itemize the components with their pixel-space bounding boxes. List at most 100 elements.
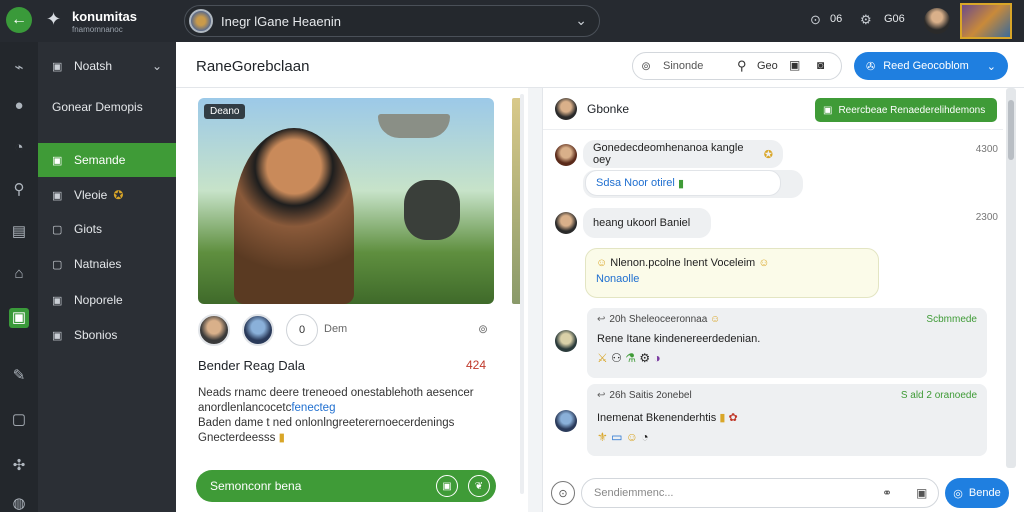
chevron-down-icon[interactable]: ⌄ [152, 59, 162, 73]
reaction-icons[interactable]: ⚔ ⚇ ⚗ ⚙ ◑ [597, 351, 977, 365]
post-title: Bender Reag Dala [198, 358, 305, 373]
leaf-icon[interactable]: ❦ [468, 475, 490, 497]
image-icon[interactable]: ▣ [436, 475, 458, 497]
chevron-down-icon[interactable]: ⌄ [575, 12, 587, 29]
search-icon: ⊚ [641, 59, 652, 73]
history-icon[interactable]: ◔ [9, 138, 29, 158]
post-body: Neads rnamc deere treneoed onestablehoth… [198, 386, 498, 446]
sidebar-item-semande[interactable]: ▣ Semande [38, 143, 176, 177]
message-avatar[interactable] [555, 144, 577, 166]
reactor-avatar[interactable] [242, 314, 274, 346]
message-input-placeholder: Sendiemmenc... [594, 487, 674, 499]
reaction-icons[interactable]: ⚜ ▭ ☺ ◔ [597, 430, 977, 444]
game-search-input[interactable]: Inegr lGane Heaenin ⌄ [184, 5, 600, 37]
sidebar-item-giots[interactable]: ▢ Giots [38, 212, 176, 246]
sidebar-item-noporele[interactable]: ▣ Noporele [38, 283, 176, 317]
post-link[interactable]: fenecteg [291, 402, 335, 414]
doc-icon[interactable]: ▤ [9, 222, 29, 242]
send-icon: ◎ [953, 487, 963, 500]
box-icon: ▣ [52, 329, 63, 342]
user-avatar[interactable] [924, 8, 950, 34]
message-text: Rene Itane kindenereerdedenian. [597, 333, 761, 345]
gamepad-icon: ✇ [866, 60, 876, 73]
time-icon: ◑ [653, 351, 661, 365]
reaction-count[interactable]: 0 [286, 314, 318, 346]
message-avatar[interactable] [555, 410, 577, 432]
sidebar: ▣ Noatsh ⌄ Gonear Demopis ▣ Semande ▣ Vl… [38, 42, 176, 512]
attach-icon[interactable]: ⊙ [551, 481, 575, 505]
folder-icon: ▣ [52, 60, 63, 73]
primary-action-button[interactable]: ✇ Reed Geocoblom ⌄ [854, 52, 1008, 80]
chat-avatar[interactable] [555, 98, 577, 120]
search-label: Geo [757, 60, 778, 72]
message-time: 4300 [975, 144, 998, 155]
pin-icon[interactable]: ● [9, 96, 29, 116]
location-icon[interactable]: ⊙ [810, 12, 821, 28]
emoji-picker-icon[interactable]: ⚭ [882, 486, 892, 500]
shop-icon[interactable]: ⌂ [9, 264, 29, 284]
page-scrollbar[interactable] [1006, 88, 1016, 468]
message-text: Gonedecdeomhenanoa kangle oey [593, 142, 744, 166]
back-button[interactable]: ← [6, 7, 32, 33]
magnifier-icon[interactable]: ⚲ [737, 58, 747, 74]
main-panel: RaneGorebclaan ⊚ Sinonde ⚲ Geo ▣ ◙ ✇ Ree… [176, 42, 1024, 512]
chat-header-button[interactable]: ▣ Reercbeae Renaederelihdemons [815, 98, 997, 122]
chat-panel: Gbonke ▣ Reercbeae Renaederelihdemons Go… [542, 88, 1024, 512]
potion-icon: ⚗ [625, 351, 636, 365]
image-upload-icon[interactable]: ▣ [916, 486, 927, 500]
post-body-text: Gnecterdeesss [198, 432, 276, 444]
box-icon: ▣ [52, 189, 63, 202]
send-button[interactable]: ◎ Bende [945, 478, 1009, 508]
emoji-icon: ✪ [763, 148, 773, 161]
sidebar-item-noatsh[interactable]: ▣ Noatsh ⌄ [38, 49, 176, 83]
active-module-icon[interactable]: ▣ [9, 308, 29, 328]
post-scrollbar[interactable] [520, 94, 524, 494]
message-text: Sdsa Noor otirel [596, 177, 675, 189]
main-header: RaneGorebclaan ⊚ Sinonde ⚲ Geo ▣ ◙ ✇ Ree… [176, 42, 1024, 88]
reactor-avatar[interactable] [198, 314, 230, 346]
wrench-icon[interactable]: ✎ [9, 366, 29, 386]
post-image[interactable]: Deano [198, 98, 494, 304]
message-meta-right: S ald 2 oranoede [900, 390, 977, 401]
save-icon[interactable]: ▣ [789, 58, 800, 72]
message-bubble: Sdsa Noor otirel ▮ [585, 170, 781, 196]
sidebar-item-natnaies[interactable]: ▢ Natnaies [38, 247, 176, 281]
sidebar-item-label: Sbonios [74, 328, 118, 342]
settings-icon[interactable]: ⚙ [860, 12, 872, 28]
emoji-icon: ☺ [710, 314, 721, 325]
search-icon[interactable]: ⚲ [9, 180, 29, 200]
post-action-label: Semonconr bena [210, 479, 302, 493]
emoji-icon: ☺ [758, 257, 770, 269]
badge-icon: ✪ [113, 188, 124, 202]
header-search-input[interactable]: ⊚ Sinonde ⚲ Geo ▣ ◙ [632, 52, 842, 80]
puzzle-icon[interactable]: ✣ [9, 456, 29, 476]
camera-icon[interactable]: ◙ [817, 58, 824, 72]
message-card: ☺ Nlenon.pcolne lnent Voceleim ☺ Nonaoll… [585, 248, 879, 298]
people-icon: ⚇ [611, 351, 622, 365]
message-avatar[interactable] [555, 330, 577, 352]
globe-icon[interactable]: ◍ [9, 494, 29, 512]
sidebar-item-vleoie[interactable]: ▣ Vleoie ✪ [38, 178, 176, 212]
message-text: Nlenon.pcolne lnent Voceleim [610, 257, 756, 269]
message-bubble: Gonedecdeomhenanoa kangle oey ✪ [583, 140, 783, 168]
stats-icon[interactable]: ⌁ [9, 58, 29, 78]
message-text: heang ukoorl Baniel [593, 217, 691, 229]
square-icon: ▢ [52, 223, 63, 236]
box-icon: ▣ [52, 294, 63, 307]
message-card: ↩ 26h Saitis 2onebel S ald 2 oranoede Inem… [587, 384, 987, 456]
logo-star-icon: ✦ [46, 9, 62, 29]
profile-card-avatar[interactable] [960, 3, 1012, 39]
options-icon[interactable]: ⊚ [478, 322, 488, 336]
message-icon[interactable]: ▢ [9, 410, 29, 430]
scrollbar-thumb[interactable] [1008, 100, 1014, 160]
image-tag: Deano [204, 104, 246, 119]
message-meta-text: 26h Saitis 2onebel [609, 390, 692, 401]
message-meta: ↩ 26h Saitis 2onebel S ald 2 oranoede [597, 390, 977, 401]
sidebar-item-gonear-demopis[interactable]: Gonear Demopis [38, 90, 176, 124]
message-input[interactable]: Sendiemmenc... ⚭ ▣ [581, 478, 939, 508]
message-avatar[interactable] [555, 212, 577, 234]
sidebar-item-sbonios[interactable]: ▣ Sbonios [38, 318, 176, 352]
floating-island-art [378, 114, 450, 138]
flower-icon: ✿ [728, 412, 738, 424]
post-action-button[interactable]: Semonconr bena ▣ ❦ [196, 470, 496, 502]
